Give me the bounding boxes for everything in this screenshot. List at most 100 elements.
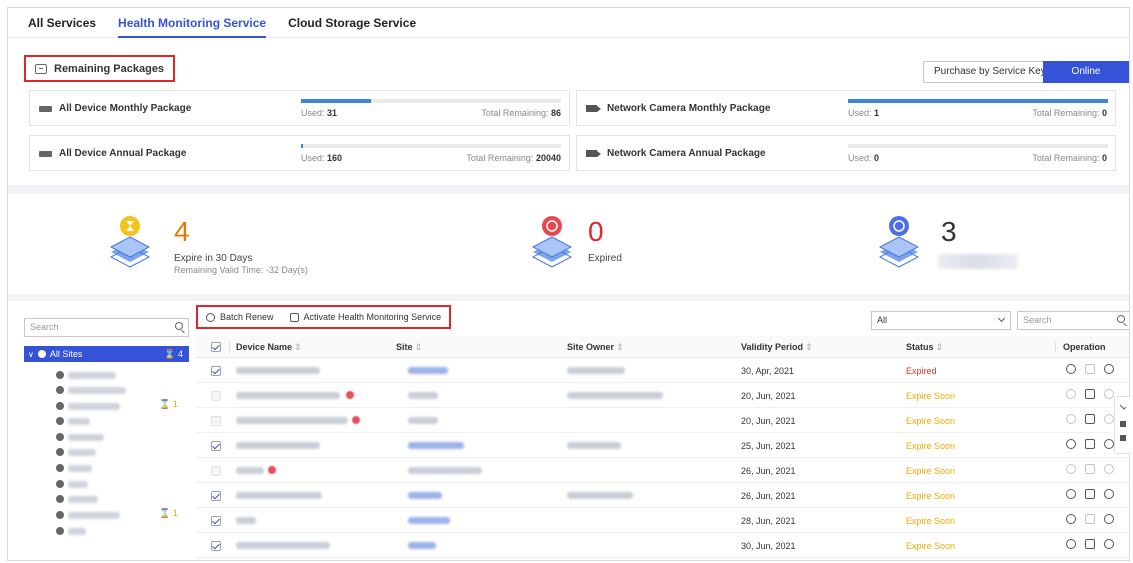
tree-site-item[interactable] [56,446,96,458]
batch-renew-label: Batch Renew [220,312,274,322]
row-checkbox[interactable] [211,416,221,426]
tree-site-item[interactable] [56,478,88,490]
status-badge: Expire Soon [906,516,956,526]
renew-icon[interactable] [1066,439,1076,449]
used-label: Used: [848,108,872,118]
purchase-icon[interactable] [1104,539,1114,549]
tree-site-item[interactable] [56,525,86,537]
row-checkbox[interactable] [211,391,221,401]
sync-icon[interactable] [1085,514,1095,524]
usage-bar-fill [301,144,304,148]
tab-health-monitoring[interactable]: Health Monitoring Service [107,8,277,38]
sync-icon[interactable] [1085,489,1095,499]
floating-side-toolbar[interactable] [1114,396,1130,454]
table-row[interactable]: 20, Jun, 2021 Expire Soon [196,383,1129,408]
tab-all-services[interactable]: All Services [8,8,107,37]
alert-dot [352,416,360,424]
table-row[interactable]: 25, Jun, 2021 Expire Soon [196,433,1129,458]
col-validity[interactable]: Validity Period ⇕ [741,342,813,353]
tree-site-item[interactable] [56,509,120,521]
purchase-icon[interactable] [1104,439,1114,449]
tree-site-item[interactable] [56,369,116,381]
redacted-device-name [236,542,330,549]
sync-icon[interactable] [1085,364,1095,374]
chevron-down-icon[interactable] [1119,403,1127,410]
used-count: Used: 0 [848,153,879,163]
purchase-icon[interactable] [1104,514,1114,524]
tree-site-item[interactable] [56,415,90,427]
column-divider [229,341,230,353]
purchase-icon[interactable] [1104,489,1114,499]
row-checkbox[interactable] [211,441,221,451]
sync-icon[interactable] [1085,539,1095,549]
table-row[interactable]: 26, Jun, 2021 Expire Soon [196,458,1129,483]
globe-icon [56,527,64,535]
sync-icon[interactable] [1085,389,1095,399]
tree-root-all-sites[interactable]: ∨ All Sites ⌛ 4 [24,346,189,362]
purchase-icon[interactable] [1104,364,1114,374]
row-checkbox[interactable] [211,541,221,551]
table-row[interactable]: 20, Jun, 2021 Expire Soon [196,408,1129,433]
redacted-site-name [68,371,116,379]
purchase-icon[interactable] [1104,464,1114,474]
grid-icon[interactable] [1120,435,1126,441]
used-label: Used: [301,108,325,118]
batch-renew-button[interactable]: Batch Renew [206,312,274,322]
renew-icon[interactable] [1066,414,1076,424]
col-site-owner[interactable]: Site Owner ⇕ [567,342,624,353]
purchase-icon[interactable] [1104,414,1114,424]
site-search-input[interactable]: Search [24,318,189,337]
select-all-checkbox[interactable] [211,342,221,352]
section-divider [8,185,1129,194]
sync-icon[interactable] [1085,414,1095,424]
online-purchase-button[interactable]: Online Purchase [1043,61,1129,99]
device-icon [39,105,52,112]
redacted-site [408,442,464,449]
status-filter-select[interactable]: All [871,311,1011,330]
tree-site-item[interactable] [56,493,98,505]
row-operations [1066,364,1114,374]
purchase-by-service-key-button[interactable]: Purchase by Service Key [923,61,1057,83]
row-checkbox[interactable] [211,491,221,501]
table-row[interactable]: 28, Jun, 2021 Expire Soon [196,508,1129,533]
validity-period: 30, Jun, 2021 [741,541,796,551]
service-stats: 4 Expire in 30 Days Remaining Valid Time… [8,194,1129,294]
device-search-input[interactable]: Search [1017,311,1129,330]
sync-icon[interactable] [1085,464,1095,474]
row-checkbox[interactable] [211,366,221,376]
chevron-down-icon[interactable]: ∨ [28,350,34,359]
used-count: Used: 31 [301,108,337,118]
tree-site-item[interactable] [56,431,104,443]
redacted-owner [567,442,621,449]
col-device-name[interactable]: Device Name ⇕ [236,342,302,353]
tab-cloud-storage[interactable]: Cloud Storage Service [277,8,427,37]
col-status[interactable]: Status ⇕ [906,342,943,353]
col-site[interactable]: Site ⇕ [396,342,422,353]
tree-site-item[interactable] [56,384,126,396]
used-value: 160 [327,153,343,163]
renew-icon[interactable] [1066,389,1076,399]
table-row[interactable]: 30, Jun, 2021 Expire Soon [196,533,1129,558]
redacted-site-name [68,433,104,441]
purchase-icon[interactable] [1104,389,1114,399]
redacted-site [408,492,442,499]
renew-icon[interactable] [1066,464,1076,474]
renew-icon[interactable] [1066,364,1076,374]
renew-icon[interactable] [1066,489,1076,499]
tree-site-item[interactable] [56,462,92,474]
renew-icon[interactable] [1066,514,1076,524]
table-row[interactable]: 26, Jun, 2021 Expire Soon [196,483,1129,508]
activate-service-button[interactable]: Activate Health Monitoring Service [289,312,441,322]
row-checkbox[interactable] [211,516,221,526]
camera-icon [586,150,601,157]
table-row[interactable]: 30, Apr, 2021 Expired [196,358,1129,383]
row-checkbox[interactable] [211,466,221,476]
tree-site-item[interactable] [56,400,120,412]
search-icon[interactable] [175,322,183,330]
package-name-row: Network Camera Monthly Package [586,103,770,114]
search-icon[interactable] [1117,315,1125,323]
sync-icon[interactable] [1085,439,1095,449]
renew-icon[interactable] [1066,539,1076,549]
message-icon[interactable] [1120,421,1126,427]
row-operations [1066,464,1114,474]
